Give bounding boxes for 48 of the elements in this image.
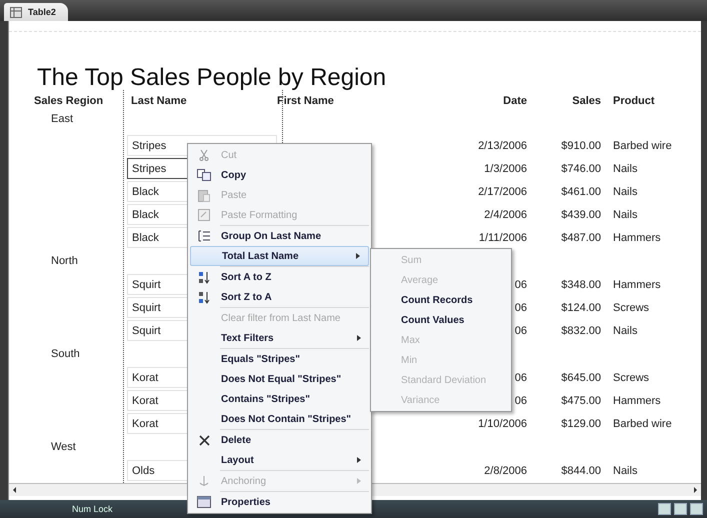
date-cell: 06 (514, 278, 527, 290)
sales-cell: $487.00 (561, 232, 601, 244)
product-cell: Hammers (613, 394, 661, 406)
column-header: Last Name (130, 95, 188, 107)
column-header: Date (502, 95, 527, 107)
column-header: Sales Region (33, 95, 104, 107)
date-cell: 06 (514, 324, 527, 336)
sales-cell: $439.00 (561, 208, 601, 220)
date-cell: 06 (514, 394, 527, 406)
product-cell: Hammers (613, 232, 661, 244)
date-cell: 2/17/2006 (478, 186, 527, 198)
date-cell: 06 (514, 302, 527, 314)
product-cell: Barbed wire (613, 140, 672, 152)
product-cell: Screws (613, 302, 650, 314)
sales-cell: $844.00 (561, 464, 601, 476)
region-label: East (50, 113, 74, 125)
sales-cell: $129.00 (561, 418, 601, 430)
date-cell: 1/10/2006 (478, 418, 527, 430)
region-label: West (50, 441, 77, 453)
product-cell: Nails (613, 208, 638, 220)
date-cell: 1/11/2006 (478, 232, 527, 244)
date-cell: 2/8/2006 (484, 464, 527, 476)
sales-cell: $475.00 (561, 394, 601, 406)
sales-cell: $746.00 (561, 162, 601, 174)
product-cell: Nails (613, 464, 638, 476)
sales-cell: $832.00 (561, 324, 601, 336)
product-cell: Barbed wire (613, 418, 672, 430)
date-cell: 2/13/2006 (478, 140, 527, 152)
date-cell: 1/3/2006 (484, 162, 527, 174)
report-title: The Top Sales People by Region (36, 64, 388, 92)
product-cell: Nails (613, 162, 638, 174)
sales-cell: $124.00 (561, 302, 601, 314)
product-cell: Nails (613, 324, 638, 336)
date-cell: 06 (514, 372, 527, 384)
status-text: Num Lock (72, 504, 113, 514)
region-label: South (50, 348, 81, 360)
column-header: First Name (277, 95, 335, 107)
date-cell: 2/4/2006 (484, 208, 527, 220)
region-label: North (50, 255, 79, 267)
sales-cell: $348.00 (561, 278, 601, 290)
sales-cell: $461.00 (561, 186, 601, 198)
sales-cell: $910.00 (561, 140, 601, 152)
column-header: Sales (571, 95, 601, 107)
product-cell: Hammers (613, 278, 661, 290)
column-header: Product (612, 95, 655, 107)
sales-cell: $645.00 (561, 372, 601, 384)
product-cell: Nails (613, 186, 638, 198)
product-cell: Screws (613, 372, 650, 384)
